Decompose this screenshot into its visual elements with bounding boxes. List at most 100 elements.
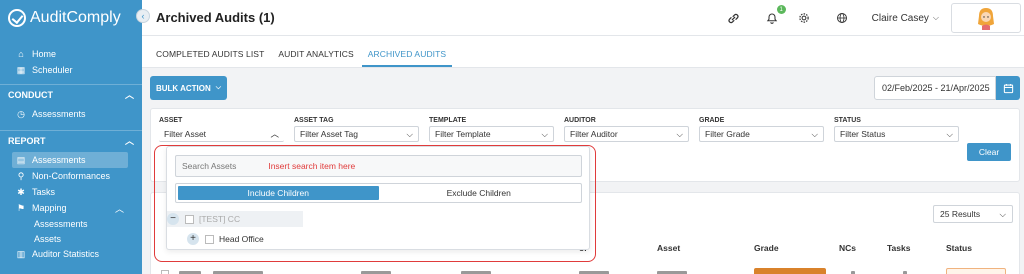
gear-icon[interactable] (796, 10, 812, 26)
sidebar-item-non-conformances[interactable]: ⚲ Non-Conformances (0, 168, 142, 184)
include-children-option[interactable]: Include Children (178, 186, 379, 200)
list-icon: ▤ (16, 154, 26, 165)
sidebar-item-label: Assessments (32, 109, 86, 119)
tab-archived-audits[interactable]: ARCHIVED AUDITS (361, 49, 453, 67)
select-value: Filter Template (435, 129, 491, 139)
chevron-down-icon: ⌵ (541, 128, 548, 139)
sidebar-item-label: Tasks (32, 187, 56, 197)
results-per-page-select[interactable]: 25 Results ⌵ (933, 205, 1013, 223)
user-name[interactable]: Claire Casey (872, 13, 929, 24)
tab-completed-audits-list[interactable]: COMPLETED AUDITS LIST (150, 49, 270, 67)
sidebar: AuditComply ⌂ Home ▦ Scheduler CONDUCT ︿… (0, 0, 142, 274)
calendar-icon (1003, 83, 1013, 93)
filter-label: ASSET (159, 117, 183, 124)
sidebar-section-conduct[interactable]: CONDUCT ︿ (0, 84, 142, 104)
select-value: Filter Asset (164, 128, 207, 139)
date-range-field[interactable]: 02/Feb/2025 - 21/Apr/2025 (874, 76, 996, 100)
calendar-button[interactable] (996, 76, 1020, 100)
clear-button[interactable]: Clear (967, 143, 1011, 161)
column-header-status[interactable]: Status (946, 243, 972, 253)
sidebar-item-report-assessments[interactable]: ▤ Assessments (12, 152, 128, 168)
column-header-tasks[interactable]: Tasks (887, 243, 910, 253)
asset-dropdown: Search Assets Insert search item here In… (166, 146, 590, 250)
status-select[interactable]: Filter Status ⌵ (834, 126, 959, 142)
select-value: Filter Auditor (570, 129, 618, 139)
filter-status: STATUS Filter Status ⌵ (834, 117, 959, 142)
search-placeholder: Search Assets (182, 161, 237, 171)
sidebar-item-scheduler[interactable]: ▦ Scheduler (0, 62, 142, 78)
home-icon: ⌂ (18, 49, 24, 59)
collapse-node-button[interactable]: − (167, 213, 179, 225)
sidebar-item-label: Assessments (32, 155, 86, 165)
node-label: Head Office (219, 234, 264, 244)
column-header-grade[interactable]: Grade (754, 243, 779, 253)
section-title: CONDUCT (8, 89, 53, 100)
chevron-down-icon[interactable]: ⌵ (933, 13, 939, 23)
row-checkbox[interactable] (161, 270, 169, 274)
chart-icon: ▥ (16, 248, 26, 259)
search-icon: ⚲ (17, 170, 25, 181)
node-checkbox[interactable] (185, 214, 194, 224)
select-value: 25 Results (940, 209, 981, 219)
top-icons: 1 Claire Casey ⌵ (718, 0, 1024, 36)
filter-label: TEMPLATE (429, 117, 467, 124)
filter-grade: GRADE Filter Grade ⌵ (699, 117, 824, 142)
sidebar-item-label: Non-Conformances (32, 171, 111, 181)
bell-icon[interactable]: 1 (764, 5, 786, 26)
sidebar-item-label: Mapping (32, 203, 67, 213)
auditor-select[interactable]: Filter Auditor ⌵ (564, 126, 689, 142)
tree-node-test-cc[interactable]: − [TEST] CC (167, 211, 303, 227)
link-icon[interactable] (726, 10, 742, 26)
node-checkbox[interactable] (205, 234, 214, 244)
sidebar-subitem-mapping-assets[interactable]: Assets (0, 231, 142, 246)
annotation-text: Insert search item here (268, 161, 356, 171)
column-header-ncs[interactable]: NCs (839, 243, 856, 253)
select-value: Filter Asset Tag (300, 129, 358, 139)
chevron-up-icon: ︿ (114, 203, 124, 214)
collapse-sidebar-button[interactable]: ‹ (136, 9, 150, 23)
bulk-action-button[interactable]: BULK ACTION ⌵ (150, 76, 227, 100)
grade-select[interactable]: Filter Grade ⌵ (699, 126, 824, 142)
grade-badge (754, 268, 826, 274)
template-select[interactable]: Filter Template ⌵ (429, 126, 554, 142)
chevron-up-icon: ︿ (270, 128, 279, 139)
globe-icon[interactable] (834, 10, 850, 26)
filter-asset-tag: ASSET TAG Filter Asset Tag ⌵ (294, 117, 419, 142)
asset-select[interactable]: Filter Asset ︿ (159, 126, 284, 142)
calendar-icon: ▦ (16, 64, 26, 75)
sidebar-item-home[interactable]: ⌂ Home (0, 46, 142, 62)
exclude-children-option[interactable]: Exclude Children (379, 186, 580, 200)
pin-icon: ⚑ (16, 202, 26, 213)
chevron-down-icon: ⌵ (811, 128, 818, 139)
sidebar-section-report[interactable]: REPORT ︿ (0, 130, 142, 150)
bulk-action-label: BULK ACTION (155, 83, 211, 93)
sidebar-item-tasks[interactable]: ✱ Tasks (0, 184, 142, 200)
section-title: REPORT (8, 135, 46, 146)
brand-logo[interactable]: AuditComply (0, 0, 142, 36)
clock-icon: ◷ (17, 108, 25, 119)
filter-asset: ASSET Filter Asset ︿ (159, 117, 284, 142)
tree-node-head-office[interactable]: + Head Office (187, 233, 264, 245)
node-label: [TEST] CC (199, 214, 241, 224)
chevron-down-icon: ⌵ (215, 84, 222, 91)
sidebar-item-auditor-statistics[interactable]: ▥ Auditor Statistics (0, 246, 142, 262)
tasks-icon: ✱ (17, 186, 25, 197)
filter-auditor: AUDITOR Filter Auditor ⌵ (564, 117, 689, 142)
tab-audit-analytics[interactable]: AUDIT ANALYTICS (272, 49, 359, 67)
asset-search-input[interactable]: Search Assets Insert search item here (175, 155, 582, 177)
chevron-up-icon: ︿ (124, 90, 134, 100)
brand-name: AuditComply (30, 9, 121, 26)
avatar[interactable] (951, 3, 1021, 33)
status-badge (946, 268, 1006, 274)
sidebar-item-conduct-assessments[interactable]: ◷ Assessments (0, 106, 142, 122)
sidebar-item-mapping[interactable]: ⚑ Mapping ︿ (0, 200, 142, 216)
chevron-up-icon: ︿ (124, 136, 134, 146)
sidebar-subitem-mapping-assessments[interactable]: Assessments (0, 216, 142, 231)
asset-tag-select[interactable]: Filter Asset Tag ⌵ (294, 126, 419, 142)
expand-node-button[interactable]: + (187, 233, 199, 245)
filter-label: STATUS (834, 117, 861, 124)
avatar-illustration-icon (978, 8, 994, 30)
chevron-down-icon: ⌵ (676, 128, 683, 139)
chevron-down-icon: ⌵ (999, 208, 1006, 219)
column-header-asset[interactable]: Asset (657, 243, 680, 253)
